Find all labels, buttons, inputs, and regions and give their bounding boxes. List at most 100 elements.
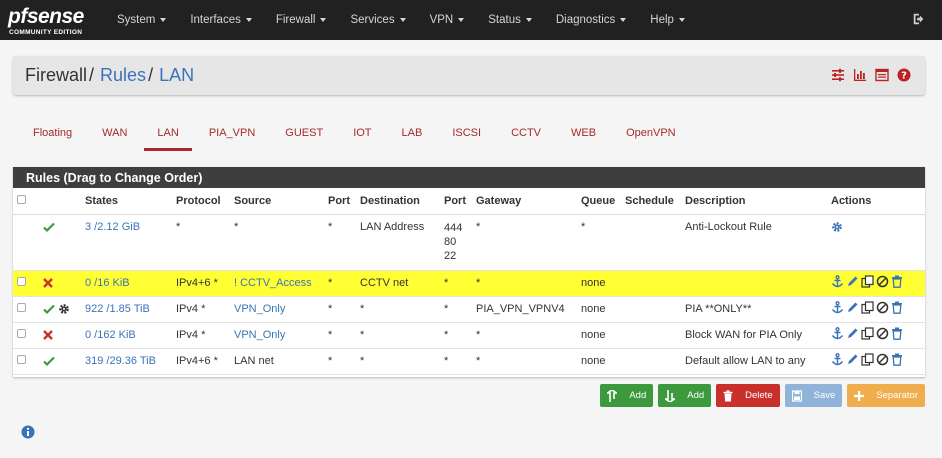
menu-status[interactable]: Status <box>476 0 544 40</box>
menu-vpn[interactable]: VPN <box>418 0 477 40</box>
anchor-icon[interactable] <box>831 275 844 288</box>
port-value: 80 <box>444 235 457 248</box>
rule-actions <box>831 301 903 314</box>
menu-system[interactable]: System <box>105 0 178 40</box>
copy-icon[interactable] <box>861 275 874 288</box>
menu-firewall[interactable]: Firewall <box>264 0 339 40</box>
states-link[interactable]: 0 /16 KiB <box>85 277 130 289</box>
row-gateway: * <box>472 214 577 271</box>
pfsense-logo[interactable]: pfsense COMMUNITY EDITION <box>0 0 105 40</box>
menu-interfaces-label: Interfaces <box>190 14 241 26</box>
row-source-port: * <box>324 348 356 375</box>
save-icon <box>791 389 802 402</box>
tab-iot[interactable]: IOT <box>338 116 386 150</box>
row-states[interactable]: 3 /2.12 GiB <box>81 214 172 271</box>
disable-icon[interactable] <box>876 353 889 366</box>
tab-lab[interactable]: LAB <box>387 116 438 150</box>
tab-guest[interactable]: GUEST <box>270 116 338 150</box>
separator-button[interactable]: Separator <box>847 384 925 407</box>
row-states[interactable]: 319 /29.36 TiB <box>81 348 172 375</box>
delete-button[interactable]: Delete <box>716 384 780 407</box>
gear-icon[interactable] <box>831 221 843 233</box>
header-source-port: Port <box>324 188 356 215</box>
header-actions: Actions <box>827 188 925 215</box>
pencil-icon[interactable] <box>846 353 859 366</box>
trash-icon[interactable] <box>891 353 903 366</box>
trash-icon[interactable] <box>891 327 903 340</box>
select-all-checkbox[interactable] <box>17 194 26 204</box>
anchor-icon[interactable] <box>831 301 844 314</box>
row-gateway: * <box>472 348 577 375</box>
logout-icon[interactable] <box>912 12 926 26</box>
rules-table: States Protocol Source Port Destination … <box>13 188 925 375</box>
save-button[interactable]: Save <box>784 384 843 407</box>
tab-lan[interactable]: LAN <box>142 116 193 151</box>
row-source[interactable]: VPN_Only <box>230 296 324 323</box>
row-destination-port: * <box>440 322 472 349</box>
row-source[interactable]: VPN_Only <box>230 322 324 349</box>
breadcrumb: Firewall / Rules / LAN <box>25 65 194 86</box>
source-alias-link[interactable]: VPN_Only <box>234 303 285 315</box>
add-rule-top-button[interactable]: Add <box>600 384 654 407</box>
disable-icon[interactable] <box>876 275 889 288</box>
tab-wan[interactable]: WAN <box>87 116 142 150</box>
menu-services[interactable]: Services <box>338 0 417 40</box>
disable-icon[interactable] <box>876 301 889 314</box>
check-icon <box>43 222 55 232</box>
table-row[interactable]: 319 /29.36 TiB IPv4+6 * LAN net * * * * … <box>13 348 925 375</box>
tab-cctv[interactable]: CCTV <box>496 116 556 150</box>
menu-interfaces[interactable]: Interfaces <box>178 0 264 40</box>
breadcrumb-panel: Firewall / Rules / LAN ? <box>13 56 925 95</box>
source-alias-link[interactable]: ! CCTV_Access <box>234 277 312 289</box>
disable-icon[interactable] <box>876 327 889 340</box>
row-checkbox[interactable] <box>17 303 26 312</box>
states-link[interactable]: 3 /2.12 GiB <box>85 221 140 233</box>
trash-icon[interactable] <box>891 301 903 314</box>
tab-floating[interactable]: Floating <box>18 116 87 150</box>
copy-icon[interactable] <box>861 353 874 366</box>
breadcrumb-lan-link[interactable]: LAN <box>159 65 194 85</box>
tab-web[interactable]: WEB <box>556 116 611 150</box>
pencil-icon[interactable] <box>846 275 859 288</box>
copy-icon[interactable] <box>861 301 874 314</box>
states-link[interactable]: 319 /29.36 TiB <box>85 355 156 367</box>
info-icon[interactable] <box>21 425 35 439</box>
tab-pia-vpn[interactable]: PIA_VPN <box>194 116 270 150</box>
bar-chart-icon[interactable] <box>853 68 867 82</box>
table-row[interactable]: 0 /16 KiB IPv4+6 * ! CCTV_Access * CCTV … <box>13 270 925 297</box>
row-states[interactable]: 0 /162 KiB <box>81 322 172 349</box>
row-checkbox[interactable] <box>17 355 26 364</box>
anchor-icon[interactable] <box>831 327 844 340</box>
table-row[interactable]: 922 /1.85 TiB IPv4 * VPN_Only * * * PIA_… <box>13 296 925 323</box>
add-rule-bottom-button[interactable]: Add <box>658 384 712 407</box>
states-link[interactable]: 922 /1.85 TiB <box>85 303 150 315</box>
pencil-icon[interactable] <box>846 301 859 314</box>
row-source[interactable]: ! CCTV_Access <box>230 270 324 297</box>
row-states[interactable]: 0 /16 KiB <box>81 270 172 297</box>
breadcrumb-rules-link[interactable]: Rules <box>100 65 146 85</box>
trash-icon[interactable] <box>891 275 903 288</box>
anchor-icon[interactable] <box>831 353 844 366</box>
log-list-icon[interactable] <box>875 68 889 82</box>
port-value: 22 <box>444 249 457 262</box>
row-checkbox[interactable] <box>17 277 26 286</box>
states-link[interactable]: 0 /162 KiB <box>85 329 136 341</box>
pencil-icon[interactable] <box>846 327 859 340</box>
tab-iscsi[interactable]: ISCSI <box>437 116 496 150</box>
table-row[interactable]: 3 /2.12 GiB * * * LAN Address 444 80 22 * … <box>13 214 925 271</box>
row-states[interactable]: 922 /1.85 TiB <box>81 296 172 323</box>
sliders-icon[interactable] <box>831 68 845 82</box>
table-row[interactable]: 0 /162 KiB IPv4 * VPN_Only * * * * none … <box>13 322 925 349</box>
row-queue: none <box>577 270 621 297</box>
row-checkbox[interactable] <box>17 329 26 338</box>
tab-openvpn[interactable]: OpenVPN <box>611 116 691 150</box>
row-destination: LAN Address <box>356 214 440 271</box>
row-description: Anti-Lockout Rule <box>681 214 827 271</box>
menu-help[interactable]: Help <box>638 0 697 40</box>
copy-icon[interactable] <box>861 327 874 340</box>
menu-diagnostics[interactable]: Diagnostics <box>544 0 638 40</box>
help-icon[interactable]: ? <box>897 68 911 82</box>
arrow-down-icon <box>665 389 676 402</box>
gear-advanced-icon <box>59 304 69 314</box>
source-alias-link[interactable]: VPN_Only <box>234 329 285 341</box>
